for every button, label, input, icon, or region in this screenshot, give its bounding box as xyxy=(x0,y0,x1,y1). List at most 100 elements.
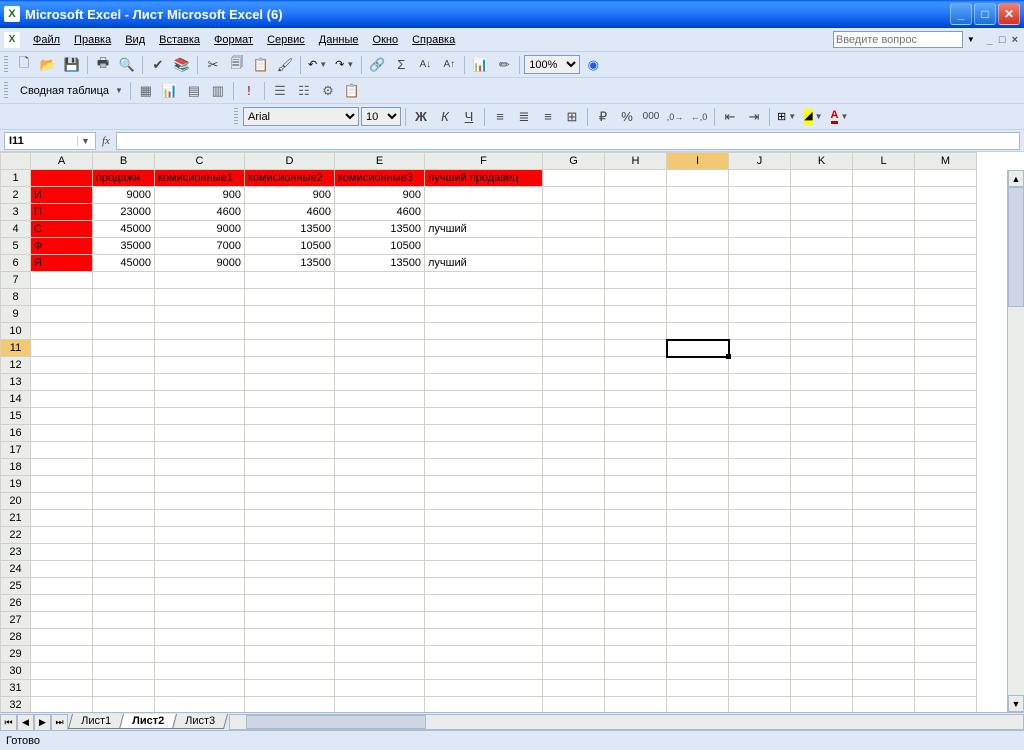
decrease-decimal-icon[interactable]: ←,0 xyxy=(688,106,710,128)
font-color-button[interactable]: A▼ xyxy=(828,106,852,128)
sort-desc-icon[interactable]: A↑ xyxy=(438,54,460,76)
cell-E7[interactable] xyxy=(335,272,425,289)
cell-E5[interactable]: 10500 xyxy=(335,238,425,255)
cell-K31[interactable] xyxy=(791,680,853,697)
cell-K24[interactable] xyxy=(791,561,853,578)
cell-C31[interactable] xyxy=(155,680,245,697)
cell-F25[interactable] xyxy=(425,578,543,595)
cell-I19[interactable] xyxy=(667,476,729,493)
cell-H3[interactable] xyxy=(605,204,667,221)
cell-B19[interactable] xyxy=(93,476,155,493)
cell-G19[interactable] xyxy=(543,476,605,493)
cell-L11[interactable] xyxy=(853,340,915,357)
cell-A8[interactable] xyxy=(31,289,93,306)
cell-K29[interactable] xyxy=(791,646,853,663)
cell-M31[interactable] xyxy=(915,680,977,697)
cell-I8[interactable] xyxy=(667,289,729,306)
cell-F26[interactable] xyxy=(425,595,543,612)
cell-I6[interactable] xyxy=(667,255,729,272)
cell-A18[interactable] xyxy=(31,459,93,476)
doc-restore-button[interactable]: □ xyxy=(997,34,1008,46)
cell-A28[interactable] xyxy=(31,629,93,646)
copy-icon[interactable]: 🗐 xyxy=(226,54,248,76)
cell-M28[interactable] xyxy=(915,629,977,646)
cell-F32[interactable] xyxy=(425,697,543,713)
cell-E11[interactable] xyxy=(335,340,425,357)
cell-F12[interactable] xyxy=(425,357,543,374)
row-header-25[interactable]: 25 xyxy=(1,578,31,595)
cell-C28[interactable] xyxy=(155,629,245,646)
cell-G13[interactable] xyxy=(543,374,605,391)
cell-A11[interactable] xyxy=(31,340,93,357)
cell-H30[interactable] xyxy=(605,663,667,680)
cell-I1[interactable] xyxy=(667,170,729,187)
cell-G10[interactable] xyxy=(543,323,605,340)
cell-H19[interactable] xyxy=(605,476,667,493)
cell-H29[interactable] xyxy=(605,646,667,663)
cell-H6[interactable] xyxy=(605,255,667,272)
tab-nav-next-icon[interactable]: ▶ xyxy=(34,714,51,730)
cell-C22[interactable] xyxy=(155,527,245,544)
cell-H4[interactable] xyxy=(605,221,667,238)
cell-G1[interactable] xyxy=(543,170,605,187)
cell-I9[interactable] xyxy=(667,306,729,323)
cell-M6[interactable] xyxy=(915,255,977,272)
cell-L17[interactable] xyxy=(853,442,915,459)
cell-A26[interactable] xyxy=(31,595,93,612)
menu-insert[interactable]: Вставка xyxy=(152,32,207,48)
cell-G17[interactable] xyxy=(543,442,605,459)
cell-K12[interactable] xyxy=(791,357,853,374)
cell-F4[interactable]: лучший xyxy=(425,221,543,238)
row-header-32[interactable]: 32 xyxy=(1,697,31,713)
cell-D24[interactable] xyxy=(245,561,335,578)
cell-G8[interactable] xyxy=(543,289,605,306)
cell-F10[interactable] xyxy=(425,323,543,340)
cell-A1[interactable] xyxy=(31,170,93,187)
cell-D6[interactable]: 13500 xyxy=(245,255,335,272)
cell-K27[interactable] xyxy=(791,612,853,629)
cell-A32[interactable] xyxy=(31,697,93,713)
cell-D16[interactable] xyxy=(245,425,335,442)
cell-F31[interactable] xyxy=(425,680,543,697)
question-dropdown-icon[interactable]: ▼ xyxy=(967,35,975,44)
cell-C23[interactable] xyxy=(155,544,245,561)
menu-data[interactable]: Данные xyxy=(312,32,366,48)
cell-F30[interactable] xyxy=(425,663,543,680)
cell-K2[interactable] xyxy=(791,187,853,204)
cell-M19[interactable] xyxy=(915,476,977,493)
cell-G2[interactable] xyxy=(543,187,605,204)
cell-B23[interactable] xyxy=(93,544,155,561)
undo-button[interactable]: ↶▼ xyxy=(305,54,330,76)
row-header-23[interactable]: 23 xyxy=(1,544,31,561)
cell-M12[interactable] xyxy=(915,357,977,374)
cell-I11[interactable] xyxy=(667,340,729,357)
cell-M1[interactable] xyxy=(915,170,977,187)
cell-J10[interactable] xyxy=(729,323,791,340)
cell-J31[interactable] xyxy=(729,680,791,697)
cell-B8[interactable] xyxy=(93,289,155,306)
cell-J7[interactable] xyxy=(729,272,791,289)
cell-B4[interactable]: 45000 xyxy=(93,221,155,238)
cell-A24[interactable] xyxy=(31,561,93,578)
cell-F16[interactable] xyxy=(425,425,543,442)
cell-H24[interactable] xyxy=(605,561,667,578)
cell-G28[interactable] xyxy=(543,629,605,646)
row-header-11[interactable]: 11 xyxy=(1,340,31,357)
cell-E12[interactable] xyxy=(335,357,425,374)
cell-C16[interactable] xyxy=(155,425,245,442)
cell-J8[interactable] xyxy=(729,289,791,306)
cell-I32[interactable] xyxy=(667,697,729,713)
underline-icon[interactable]: Ч xyxy=(458,106,480,128)
cell-E16[interactable] xyxy=(335,425,425,442)
cell-L30[interactable] xyxy=(853,663,915,680)
cell-B14[interactable] xyxy=(93,391,155,408)
cell-L6[interactable] xyxy=(853,255,915,272)
cell-J13[interactable] xyxy=(729,374,791,391)
cell-B10[interactable] xyxy=(93,323,155,340)
cell-M14[interactable] xyxy=(915,391,977,408)
cell-D32[interactable] xyxy=(245,697,335,713)
maximize-button[interactable]: □ xyxy=(974,3,996,25)
cell-C18[interactable] xyxy=(155,459,245,476)
cut-icon[interactable]: ✂ xyxy=(202,54,224,76)
col-header-F[interactable]: F xyxy=(425,153,543,170)
